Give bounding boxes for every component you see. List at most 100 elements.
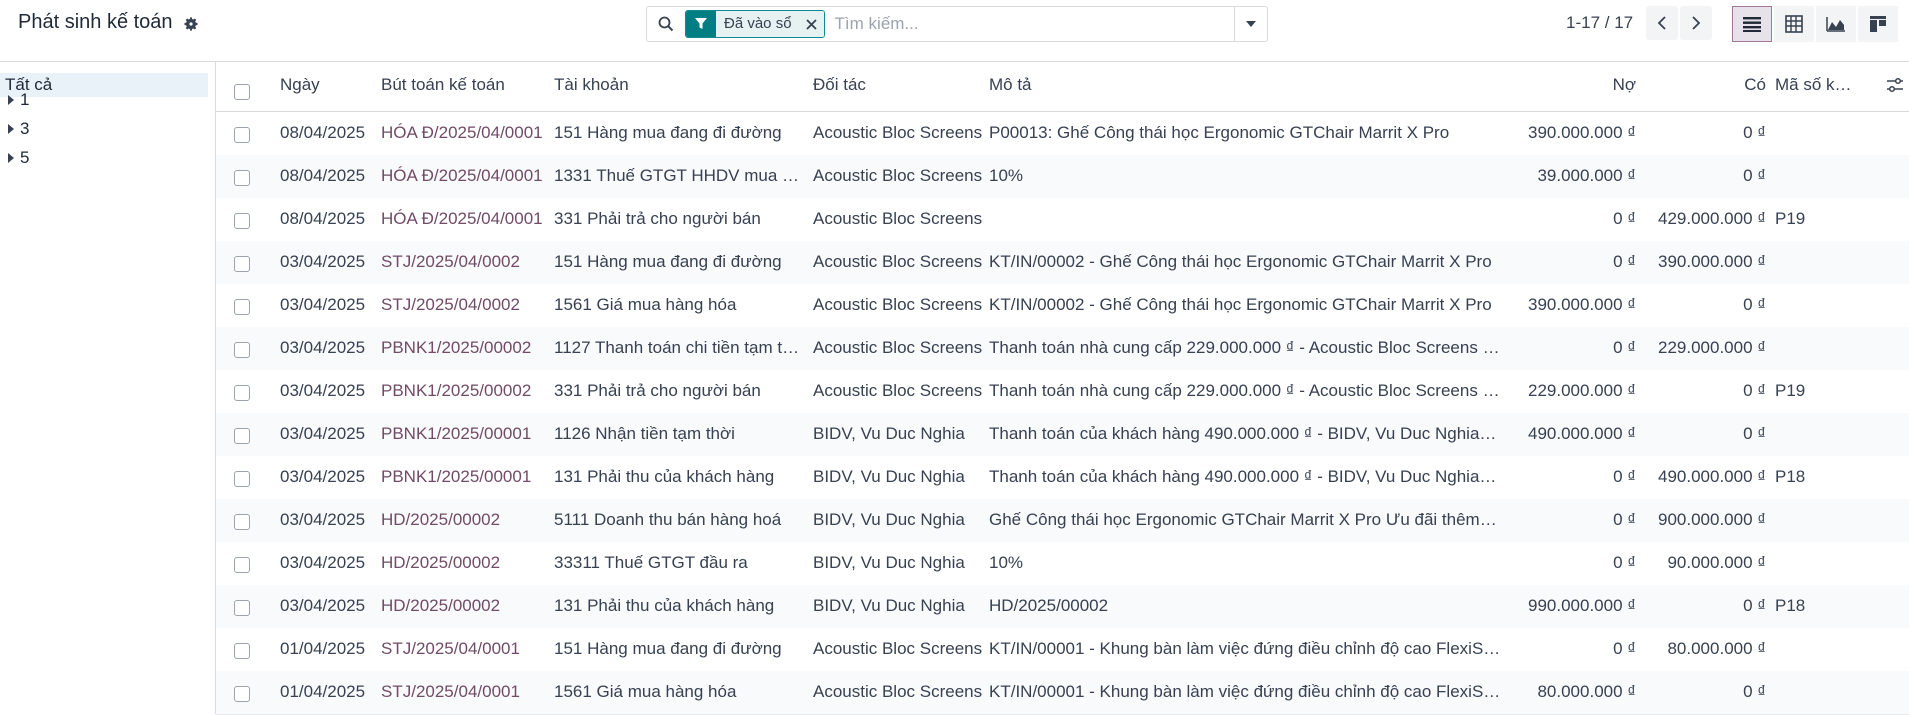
cell-partner: BIDV, Vu Duc Nghia — [813, 424, 965, 443]
table-row[interactable]: 03/04/2025 PBNK1/2025/00002 1127 Thanh toá… — [216, 327, 1909, 371]
table-row[interactable]: 03/04/2025 STJ/2025/04/0002 151 Hàng mua đ… — [216, 241, 1909, 285]
table-row[interactable]: 08/04/2025 HÓA Đ/2025/04/0001 1331 Thuế GT… — [216, 155, 1909, 199]
cell-account: 151 Hàng mua đang đi đường — [554, 252, 782, 271]
pager-next-button[interactable] — [1680, 6, 1712, 40]
cell-move[interactable]: STJ/2025/04/0001 — [381, 682, 551, 702]
cell-move[interactable]: PBNK1/2025/00002 — [381, 381, 551, 401]
row-checkbox[interactable] — [234, 342, 250, 358]
sidebar-item-all[interactable]: Tất cả — [0, 73, 208, 97]
cell-credit: 429.000.000 ₫ — [1658, 209, 1766, 228]
table-icon — [1785, 15, 1803, 33]
cell-move[interactable]: PBNK1/2025/00002 — [381, 338, 551, 358]
table-row[interactable]: 03/04/2025 PBNK1/2025/00001 1126 Nhận tiền… — [216, 413, 1909, 457]
cell-move[interactable]: HD/2025/00002 — [381, 553, 551, 573]
cell-debit: 0 ₫ — [1613, 209, 1636, 228]
table-row[interactable]: 03/04/2025 STJ/2025/04/0002 1561 Giá mua h… — [216, 284, 1909, 328]
row-checkbox[interactable] — [234, 557, 250, 573]
cell-move[interactable]: PBNK1/2025/00001 — [381, 424, 551, 444]
cell-date: 03/04/2025 — [280, 381, 366, 400]
caret-right-icon — [8, 153, 14, 163]
row-checkbox[interactable] — [234, 385, 250, 401]
cell-account: 331 Phải trả cho người bán — [554, 381, 761, 400]
row-checkbox[interactable] — [234, 256, 250, 272]
cell-move[interactable]: HÓA Đ/2025/04/0001 — [381, 209, 551, 229]
row-checkbox[interactable] — [234, 299, 250, 315]
cell-account: 151 Hàng mua đang đi đường — [554, 639, 782, 658]
cell-date: 03/04/2025 — [280, 252, 366, 271]
select-all-checkbox[interactable] — [234, 84, 250, 100]
page-title: Phát sinh kế toán — [18, 11, 173, 33]
row-checkbox[interactable] — [234, 600, 250, 616]
cell-partner: BIDV, Vu Duc Nghia — [813, 510, 965, 529]
sidebar-group-3[interactable]: 3 — [8, 119, 29, 139]
sidebar-group-1[interactable]: 1 — [8, 90, 29, 110]
cell-credit: 0 ₫ — [1743, 381, 1766, 400]
table-row[interactable]: 03/04/2025 PBNK1/2025/00002 331 Phải trả c… — [216, 370, 1909, 414]
cell-date: 08/04/2025 — [280, 123, 366, 142]
search-options-toggle[interactable] — [1234, 7, 1267, 41]
table-row[interactable]: 01/04/2025 STJ/2025/04/0001 1561 Giá mua h… — [216, 671, 1909, 715]
row-checkbox[interactable] — [234, 643, 250, 659]
cell-debit: 390.000.000 ₫ — [1528, 123, 1636, 142]
gear-icon[interactable] — [183, 15, 199, 31]
column-header-date[interactable]: Ngày — [280, 75, 366, 95]
column-header-matching[interactable]: Mã số khớp — [1775, 75, 1855, 95]
sidebar-group-5[interactable]: 5 — [8, 148, 29, 168]
cell-move[interactable]: HD/2025/00002 — [381, 510, 551, 530]
table-row[interactable]: 08/04/2025 HÓA Đ/2025/04/0001 331 Phải trả… — [216, 198, 1909, 242]
cell-move[interactable]: HÓA Đ/2025/04/0001 — [381, 166, 551, 186]
row-checkbox[interactable] — [234, 686, 250, 702]
cell-partner: Acoustic Bloc Screens — [813, 123, 983, 142]
pager-previous-button[interactable] — [1646, 6, 1678, 40]
row-checkbox[interactable] — [234, 428, 250, 444]
column-header-debit[interactable]: Nợ — [1506, 75, 1636, 95]
cell-partner: Acoustic Bloc Screens — [813, 338, 983, 357]
row-checkbox[interactable] — [234, 213, 250, 229]
table-row[interactable]: 03/04/2025 PBNK1/2025/00001 131 Phải thu c… — [216, 456, 1909, 500]
kanban-view-button[interactable] — [1858, 6, 1898, 42]
cell-account: 131 Phải thu của khách hàng — [554, 596, 775, 615]
cell-move[interactable]: PBNK1/2025/00001 — [381, 467, 551, 487]
cell-move[interactable]: HD/2025/00002 — [381, 596, 551, 616]
cell-move[interactable]: STJ/2025/04/0002 — [381, 295, 551, 315]
table-row[interactable]: 08/04/2025 HÓA Đ/2025/04/0001 151 Hàng mua… — [216, 112, 1909, 156]
cell-description: KT/IN/00002 - Ghế Công thái học Ergonomi… — [989, 295, 1492, 314]
table-row[interactable]: 03/04/2025 HD/2025/00002 33311 Thuế GTGT đ… — [216, 542, 1909, 586]
table-row[interactable]: 03/04/2025 HD/2025/00002 5111 Doanh thu bá… — [216, 499, 1909, 543]
table-row[interactable]: 01/04/2025 STJ/2025/04/0001 151 Hàng mua đ… — [216, 628, 1909, 672]
pivot-view-button[interactable] — [1774, 6, 1814, 42]
pager-value[interactable]: 1-17 / 17 — [1566, 13, 1633, 33]
column-header-move[interactable]: Bút toán kế toán — [381, 75, 551, 95]
search-input[interactable] — [824, 8, 1234, 40]
optional-columns-icon[interactable] — [1886, 76, 1906, 99]
remove-filter-icon[interactable] — [799, 11, 824, 37]
cell-account: 331 Phải trả cho người bán — [554, 209, 761, 228]
cell-partner: Acoustic Bloc Screens — [813, 381, 983, 400]
caret-down-icon — [1246, 21, 1256, 27]
search-icon[interactable] — [647, 7, 685, 41]
cell-debit: 390.000.000 ₫ — [1528, 295, 1636, 314]
cell-partner: Acoustic Bloc Screens — [813, 295, 983, 314]
table-row[interactable]: 03/04/2025 HD/2025/00002 131 Phải thu của … — [216, 585, 1909, 629]
row-checkbox[interactable] — [234, 514, 250, 530]
view-switcher — [1732, 6, 1900, 42]
cell-move[interactable]: STJ/2025/04/0001 — [381, 639, 551, 659]
cell-debit: 0 ₫ — [1613, 639, 1636, 658]
graph-view-button[interactable] — [1816, 6, 1856, 42]
list-view-button[interactable] — [1732, 6, 1772, 42]
column-header-credit[interactable]: Có — [1646, 75, 1766, 95]
column-header-description[interactable]: Mô tả — [989, 75, 1501, 95]
cell-move[interactable]: HÓA Đ/2025/04/0001 — [381, 123, 551, 143]
cell-debit: 0 ₫ — [1613, 553, 1636, 572]
cell-matching: P19 — [1775, 381, 1806, 400]
cell-move[interactable]: STJ/2025/04/0002 — [381, 252, 551, 272]
cell-account: 1331 Thuế GTGT HHDV mua vào — [554, 166, 804, 185]
row-checkbox[interactable] — [234, 127, 250, 143]
caret-right-icon — [8, 124, 14, 134]
column-header-account[interactable]: Tài khoản — [554, 75, 804, 95]
sidebar-group-label: 5 — [20, 148, 30, 167]
cell-date: 03/04/2025 — [280, 510, 366, 529]
column-header-partner[interactable]: Đối tác — [813, 75, 983, 95]
row-checkbox[interactable] — [234, 471, 250, 487]
row-checkbox[interactable] — [234, 170, 250, 186]
